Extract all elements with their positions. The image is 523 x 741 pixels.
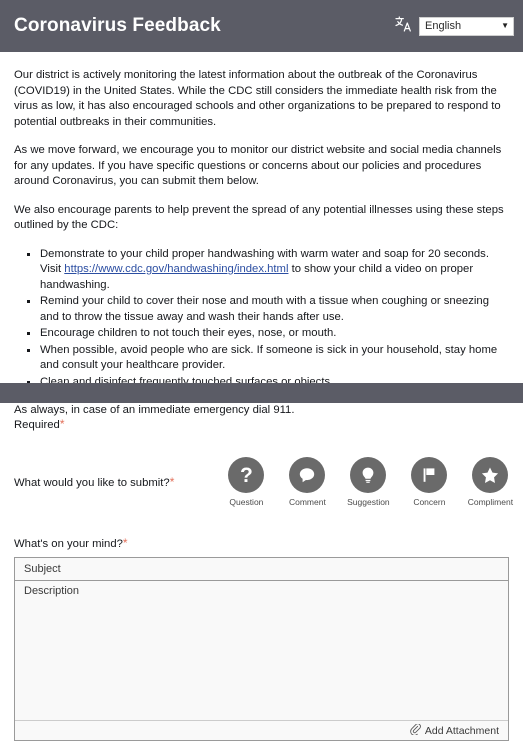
mind-question: What's on your mind? — [14, 538, 123, 550]
header-controls: English ▼ — [395, 15, 514, 37]
add-attachment-label: Add Attachment — [424, 724, 499, 737]
submission-type-options: ? Question Comment Suggestion Concern Co… — [226, 457, 514, 507]
language-select-value: English — [425, 20, 462, 32]
submission-type-suggestion-option[interactable]: Suggestion — [347, 457, 390, 507]
list-item: Remind your child to cover their nose an… — [27, 294, 509, 325]
announcement-content: Our district is actively monitoring the … — [0, 52, 523, 419]
list-item: Demonstrate to your child proper handwas… — [27, 247, 509, 294]
paragraph-2: As we move forward, we encourage you to … — [14, 144, 502, 187]
mind-label: What's on your mind?* — [14, 536, 509, 550]
submission-type-label-suggestion: Suggestion — [347, 497, 390, 507]
submission-type-label-question: Question — [229, 497, 264, 507]
add-attachment-button[interactable]: Add Attachment — [15, 720, 508, 740]
required-marker: * — [59, 417, 65, 431]
feedback-form: Required* What would you like to submit?… — [0, 403, 523, 741]
submission-type-compliment-option[interactable]: Compliment — [467, 457, 514, 507]
feedback-page: Coronavirus Feedback English ▼ Our distr… — [0, 0, 523, 741]
submission-type-marker: * — [169, 475, 175, 489]
submission-type-comment-option[interactable]: Comment — [287, 457, 327, 507]
cdc-handwashing-link[interactable]: https://www.cdc.gov/handwashing/index.ht… — [64, 263, 288, 275]
paperclip-icon — [410, 722, 421, 740]
submission-type-row: What would you like to submit?* ? Questi… — [14, 457, 514, 507]
submission-type-question-option[interactable]: ? Question — [226, 457, 266, 507]
submission-type-label-compliment: Compliment — [467, 497, 514, 507]
question-mark-icon: ? — [228, 457, 265, 493]
description-input[interactable]: Description — [15, 581, 508, 720]
required-label: Required — [14, 419, 60, 431]
subject-input[interactable]: Subject — [15, 558, 508, 581]
section-divider — [0, 383, 523, 403]
list-item: When possible, avoid people who are sick… — [27, 343, 509, 374]
submission-type-label-concern: Concern — [413, 497, 446, 507]
flag-icon — [411, 457, 448, 493]
chevron-down-icon: ▼ — [501, 21, 509, 30]
prevention-steps-list: Demonstrate to your child proper handwas… — [14, 247, 509, 391]
mind-marker: * — [122, 536, 128, 550]
submission-type-label: What would you like to submit?* — [14, 475, 174, 489]
submission-type-label-comment: Comment — [288, 497, 326, 507]
translate-icon — [395, 15, 412, 37]
speech-bubble-icon — [289, 457, 326, 493]
paragraph-1: Our district is actively monitoring the … — [14, 69, 501, 128]
required-note: Required* — [14, 403, 509, 431]
paragraph-3: We also encourage parents to help preven… — [14, 203, 504, 232]
star-icon — [472, 457, 509, 493]
page-header: Coronavirus Feedback English ▼ — [0, 0, 523, 52]
lightbulb-icon — [350, 457, 387, 493]
message-fields: Subject Description Add Attachment — [14, 557, 509, 741]
submission-type-concern-option[interactable]: Concern — [409, 457, 449, 507]
submission-type-question: What would you like to submit? — [14, 477, 170, 489]
list-item: Encourage children to not touch their ey… — [27, 326, 509, 342]
page-title: Coronavirus Feedback — [14, 15, 221, 36]
language-select[interactable]: English ▼ — [419, 16, 514, 36]
